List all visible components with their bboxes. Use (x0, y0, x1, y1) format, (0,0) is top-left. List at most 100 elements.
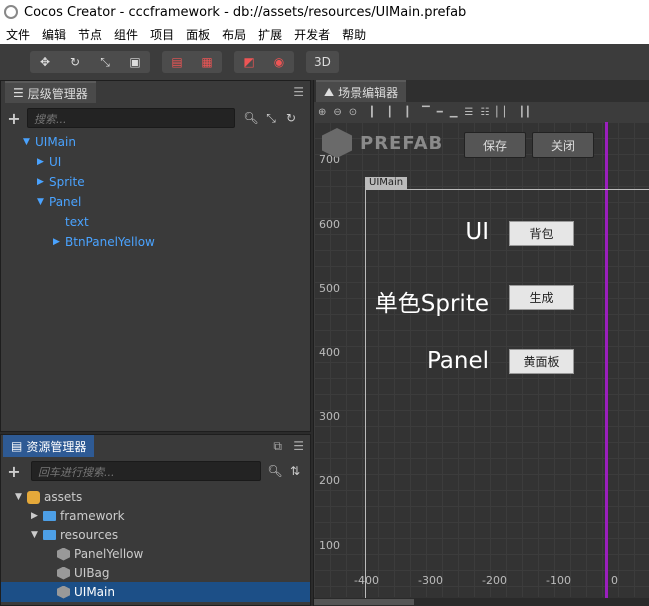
pivot-local-icon[interactable]: ▤ (162, 51, 192, 73)
expand-arrow-icon[interactable]: ▼ (31, 530, 43, 540)
refresh-icon[interactable]: ↻ (281, 111, 301, 125)
align-left-icon[interactable]: ▕▏ (364, 107, 379, 118)
collapse-arrow-icon[interactable]: ▶ (31, 511, 43, 521)
expand-arrow-icon[interactable]: ▼ (23, 137, 35, 147)
expand-arrow-icon[interactable]: ▼ (15, 492, 27, 502)
toggle-3d-button[interactable]: 3D (306, 51, 339, 73)
move-tool-icon[interactable]: ✥ (30, 51, 60, 73)
generate-button[interactable]: 生成 (509, 285, 574, 310)
tab-hierarchy[interactable]: ☰ 层级管理器 (5, 81, 96, 103)
distribute-center-icon[interactable]: ┃┃ (519, 107, 531, 118)
gizmo-icon[interactable]: ◉ (264, 51, 294, 73)
asset-folder-resources[interactable]: ▼ resources (31, 525, 118, 545)
tab-assets[interactable]: ▤ 资源管理器 (3, 435, 95, 457)
pivot-tool-group: ▤ ▦ (162, 51, 222, 73)
menu-developer[interactable]: 开发者 (288, 26, 336, 43)
menu-layout[interactable]: 布局 (216, 26, 252, 43)
scene-icon: ⛰ (324, 84, 335, 99)
pivot-center-icon[interactable]: ▦ (192, 51, 222, 73)
main-toolbar: ✥ ↻ ⤡ ▣ ▤ ▦ ◩ ◉ 3D (0, 44, 649, 80)
menu-extension[interactable]: 扩展 (252, 26, 288, 43)
hierarchy-panel: ☰ 层级管理器 ☰ + 搜索... 🔍︎ ⤡ ↻ ▼ UIMain ▶ UI ▶ Sp… (0, 80, 311, 432)
hierarchy-search-row: + 搜索... 🔍︎ ⤡ ↻ (1, 105, 310, 131)
asset-root[interactable]: ▼ assets (15, 487, 82, 507)
assets-panel: ▤ 资源管理器 ⧉ ☰ + 回车进行搜索... 🔍︎ ⇅ ▼ assets ▶ … (0, 434, 311, 606)
assets-icon: ▤ (11, 439, 23, 453)
folder-icon (43, 530, 56, 540)
row-label-sprite: 单色Sprite (374, 291, 489, 317)
menu-project[interactable]: 项目 (144, 26, 180, 43)
tree-node-btnpanelyellow[interactable]: ▶ BtnPanelYellow (53, 232, 155, 252)
transform-tool-group: ✥ ↻ ⤡ ▣ (30, 51, 150, 73)
assets-db-icon (27, 490, 40, 504)
search-icon[interactable]: 🔍︎ (241, 111, 261, 125)
prefab-icon (57, 566, 70, 580)
align-vcenter-icon[interactable]: ━ (437, 107, 443, 118)
save-prefab-button[interactable]: 保存 (464, 132, 526, 158)
canvas-label: UIMain (365, 177, 408, 189)
snap-icon[interactable]: ◩ (234, 51, 264, 73)
distribute-left-icon[interactable]: ▏▏ (496, 107, 511, 118)
menu-panel[interactable]: 面板 (180, 26, 216, 43)
popout-icon[interactable]: ⧉ (273, 439, 282, 454)
menu-help[interactable]: 帮助 (336, 26, 372, 43)
hierarchy-search-input[interactable]: 搜索... (27, 108, 235, 128)
asset-prefab-uibag[interactable]: UIBag (57, 563, 110, 583)
distribute-h-icon[interactable]: ☰ (464, 107, 473, 118)
prefab-icon (57, 547, 70, 561)
menu-component[interactable]: 组件 (108, 26, 144, 43)
assets-search-row: + 回车进行搜索... 🔍︎ ⇅ (1, 458, 310, 484)
rotate-tool-icon[interactable]: ↻ (60, 51, 90, 73)
assets-search-input[interactable]: 回车进行搜索... (31, 461, 261, 481)
collapse-arrow-icon[interactable]: ▶ (37, 177, 49, 187)
scrollbar-thumb[interactable] (314, 599, 414, 605)
expand-arrow-icon[interactable]: ▼ (37, 197, 49, 207)
zoom-out-icon[interactable]: ⊖ (333, 107, 341, 118)
asset-folder-framework[interactable]: ▶ framework (31, 506, 125, 526)
bag-button[interactable]: 背包 (509, 221, 574, 246)
align-right-icon[interactable]: ▕▏ (400, 107, 415, 118)
menu-edit[interactable]: 编辑 (36, 26, 72, 43)
row-label-panel: Panel (426, 348, 489, 374)
menu-file[interactable]: 文件 (0, 26, 36, 43)
window-title: Cocos Creator - cccframework - db://asse… (24, 4, 467, 20)
y-tick: 400 (319, 346, 340, 359)
tree-node-sprite[interactable]: ▶ Sprite (37, 172, 85, 192)
folder-icon (43, 511, 56, 521)
zoom-in-icon[interactable]: ⊕ (318, 107, 326, 118)
asset-prefab-uimain[interactable]: UIMain (1, 582, 310, 602)
add-node-icon[interactable]: + (1, 109, 27, 128)
gizmo-tool-group: ◩ ◉ (234, 51, 294, 73)
collapse-arrow-icon[interactable]: ▶ (37, 157, 49, 167)
window-titlebar: Cocos Creator - cccframework - db://asse… (0, 0, 649, 24)
tab-scene-editor[interactable]: ⛰ 场景编辑器 (316, 80, 407, 102)
collapse-icon[interactable]: ⤡ (261, 111, 281, 126)
tree-node-uimain[interactable]: ▼ UIMain (23, 132, 76, 152)
tree-node-panel[interactable]: ▼ Panel (37, 192, 81, 212)
distribute-v-icon[interactable]: ☷ (480, 107, 489, 118)
rect-tool-icon[interactable]: ▣ (120, 51, 150, 73)
tree-node-ui[interactable]: ▶ UI (37, 152, 61, 172)
prefab-cube-icon (322, 128, 352, 158)
collapse-arrow-icon[interactable]: ▶ (53, 237, 65, 247)
prefab-icon (57, 585, 70, 599)
panel-menu-icon[interactable]: ☰ (293, 85, 304, 99)
align-hcenter-icon[interactable]: ┃ (387, 107, 393, 118)
panel-menu-icon[interactable]: ☰ (293, 439, 304, 453)
add-asset-icon[interactable]: + (1, 462, 27, 481)
zoom-reset-icon[interactable]: ⊙ (349, 107, 357, 118)
align-bottom-icon[interactable]: ▁ (450, 107, 458, 118)
scale-tool-icon[interactable]: ⤡ (90, 51, 120, 73)
tree-node-text[interactable]: text (65, 212, 89, 232)
sort-icon[interactable]: ⇅ (285, 464, 305, 478)
align-top-icon[interactable]: ▔ (422, 107, 430, 118)
search-icon[interactable]: 🔍︎ (265, 464, 285, 478)
asset-prefab-panelyellow[interactable]: PanelYellow (57, 544, 143, 564)
close-prefab-button[interactable]: 关闭 (532, 132, 594, 158)
y-tick: 200 (319, 474, 340, 487)
yellow-panel-button[interactable]: 黄面板 (509, 349, 574, 374)
scene-hscrollbar[interactable] (314, 598, 649, 606)
scene-toolbar: ⊕ ⊖ ⊙ ▕▏ ┃ ▕▏ ▔ ━ ▁ ☰ ☷ ▏▏ ┃┃ (314, 102, 649, 122)
row-label-ui: UI (465, 219, 489, 245)
menu-node[interactable]: 节点 (72, 26, 108, 43)
